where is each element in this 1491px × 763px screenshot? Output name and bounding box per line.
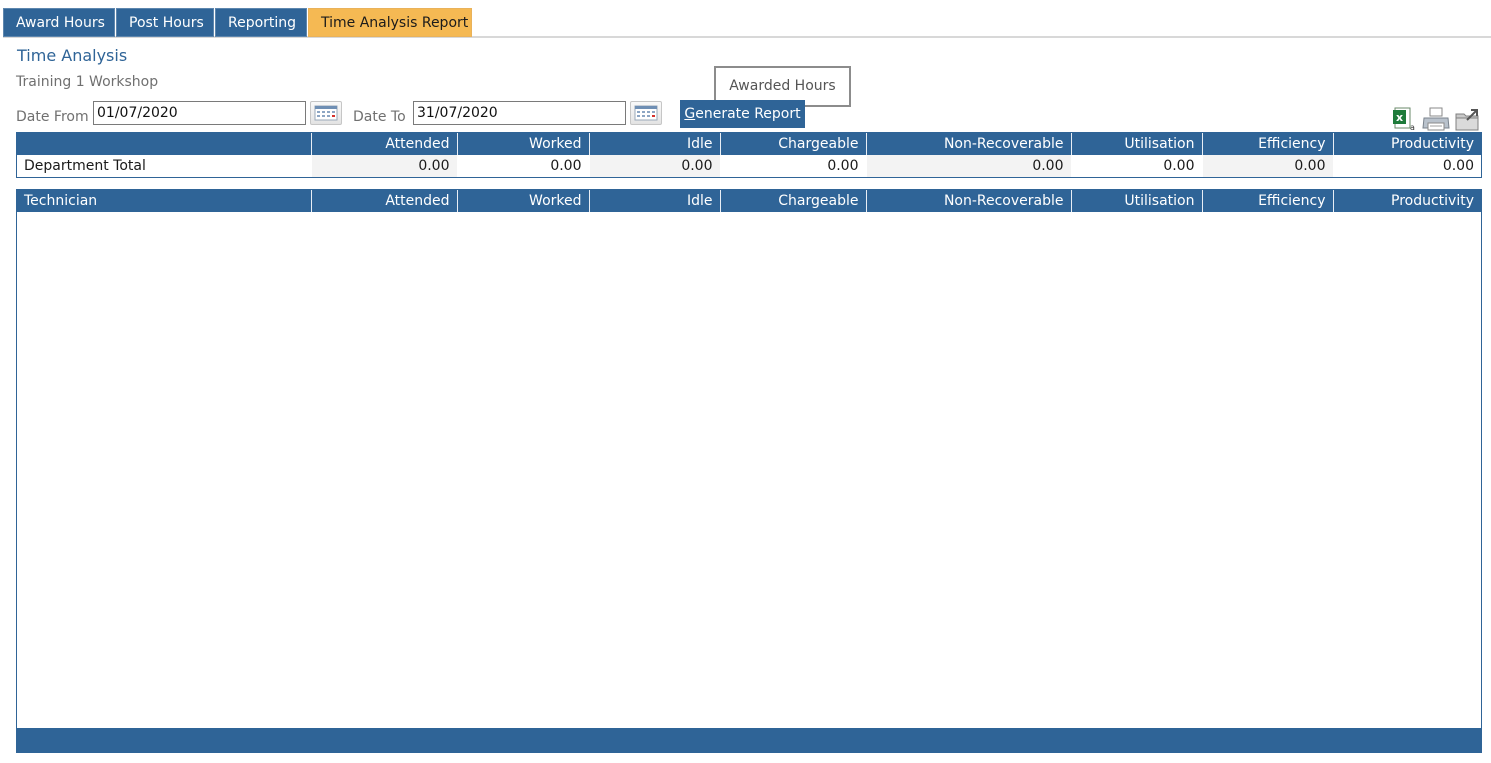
calendar-icon [634, 105, 658, 121]
access-key: G [684, 106, 696, 122]
excel-export-icon[interactable]: x a [1392, 106, 1418, 132]
column-header-productivity[interactable]: Productivity [1333, 133, 1481, 155]
column-header-non-recoverable[interactable]: Non-Recoverable [866, 133, 1072, 155]
date-to-label: Date To [353, 109, 406, 125]
productivity-value: 0.00 [1333, 155, 1481, 177]
workshop-name: Training 1 Workshop [16, 74, 159, 90]
department-header-row: Attended Worked Idle Chargeable Non-Reco… [17, 133, 1481, 155]
column-header-attended[interactable]: Attended [311, 190, 458, 212]
column-header-efficiency[interactable]: Efficiency [1202, 190, 1334, 212]
date-to-calendar-button[interactable] [630, 101, 662, 125]
tab-time-analysis-report[interactable]: Time Analysis Report [308, 8, 472, 37]
svg-text:a: a [1410, 123, 1415, 132]
attended-value: 0.00 [311, 155, 458, 177]
column-header-chargeable[interactable]: Chargeable [720, 190, 867, 212]
column-header-productivity[interactable]: Productivity [1333, 190, 1481, 212]
generate-report-label: Generate Report [684, 106, 801, 122]
tab-reporting[interactable]: Reporting [215, 8, 307, 37]
column-header-idle[interactable]: Idle [589, 190, 721, 212]
page-title: Time Analysis [17, 46, 128, 65]
technician-header-row: Technician Attended Worked Idle Chargeab… [17, 190, 1481, 212]
column-header-idle[interactable]: Idle [589, 133, 721, 155]
svg-text:x: x [1396, 111, 1403, 124]
date-to-input[interactable] [413, 101, 626, 125]
department-total-row: Department Total 0.00 0.00 0.00 0.00 0.0… [17, 155, 1481, 177]
date-from-input[interactable] [93, 101, 306, 125]
column-header-chargeable[interactable]: Chargeable [720, 133, 867, 155]
tab-award-hours[interactable]: Award Hours [3, 8, 115, 37]
non-recoverable-value: 0.00 [866, 155, 1072, 177]
department-total-table: Attended Worked Idle Chargeable Non-Reco… [16, 132, 1482, 178]
row-label: Department Total [17, 155, 312, 177]
tab-bar: Award Hours Post Hours Reporting Time An… [3, 8, 1491, 38]
column-header-efficiency[interactable]: Efficiency [1202, 133, 1334, 155]
technician-table-body [17, 212, 1481, 728]
column-header-utilisation[interactable]: Utilisation [1071, 133, 1203, 155]
utilisation-value: 0.00 [1071, 155, 1203, 177]
efficiency-value: 0.00 [1202, 155, 1334, 177]
column-header-worked[interactable]: Worked [457, 190, 590, 212]
tab-post-hours[interactable]: Post Hours [116, 8, 214, 37]
worked-value: 0.00 [457, 155, 590, 177]
column-header-technician[interactable]: Technician [17, 190, 312, 212]
generate-report-button[interactable]: Generate Report [680, 100, 805, 128]
chargeable-value: 0.00 [720, 155, 867, 177]
column-header-non-recoverable[interactable]: Non-Recoverable [866, 190, 1072, 212]
idle-value: 0.00 [589, 155, 721, 177]
technician-table: Technician Attended Worked Idle Chargeab… [16, 189, 1482, 753]
column-header-worked[interactable]: Worked [457, 133, 590, 155]
column-header-utilisation[interactable]: Utilisation [1071, 190, 1203, 212]
technician-table-footer [17, 728, 1481, 752]
column-header-label [17, 133, 312, 155]
date-from-label: Date From [16, 109, 89, 125]
column-header-attended[interactable]: Attended [311, 133, 458, 155]
date-from-calendar-button[interactable] [310, 101, 342, 125]
calendar-icon [314, 105, 338, 121]
print-icon[interactable] [1422, 106, 1450, 132]
export-icon[interactable] [1454, 106, 1480, 132]
